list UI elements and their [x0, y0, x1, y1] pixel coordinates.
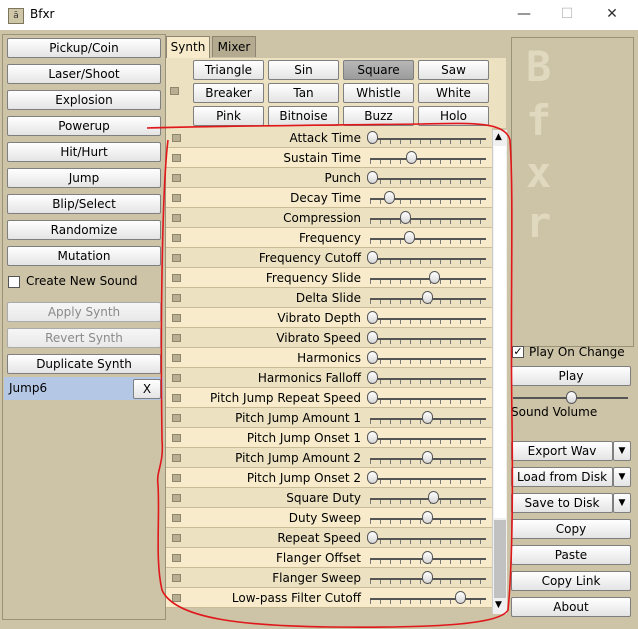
- red-annotation-overlay: [146, 122, 514, 628]
- red-annotation-arrow: [146, 122, 514, 628]
